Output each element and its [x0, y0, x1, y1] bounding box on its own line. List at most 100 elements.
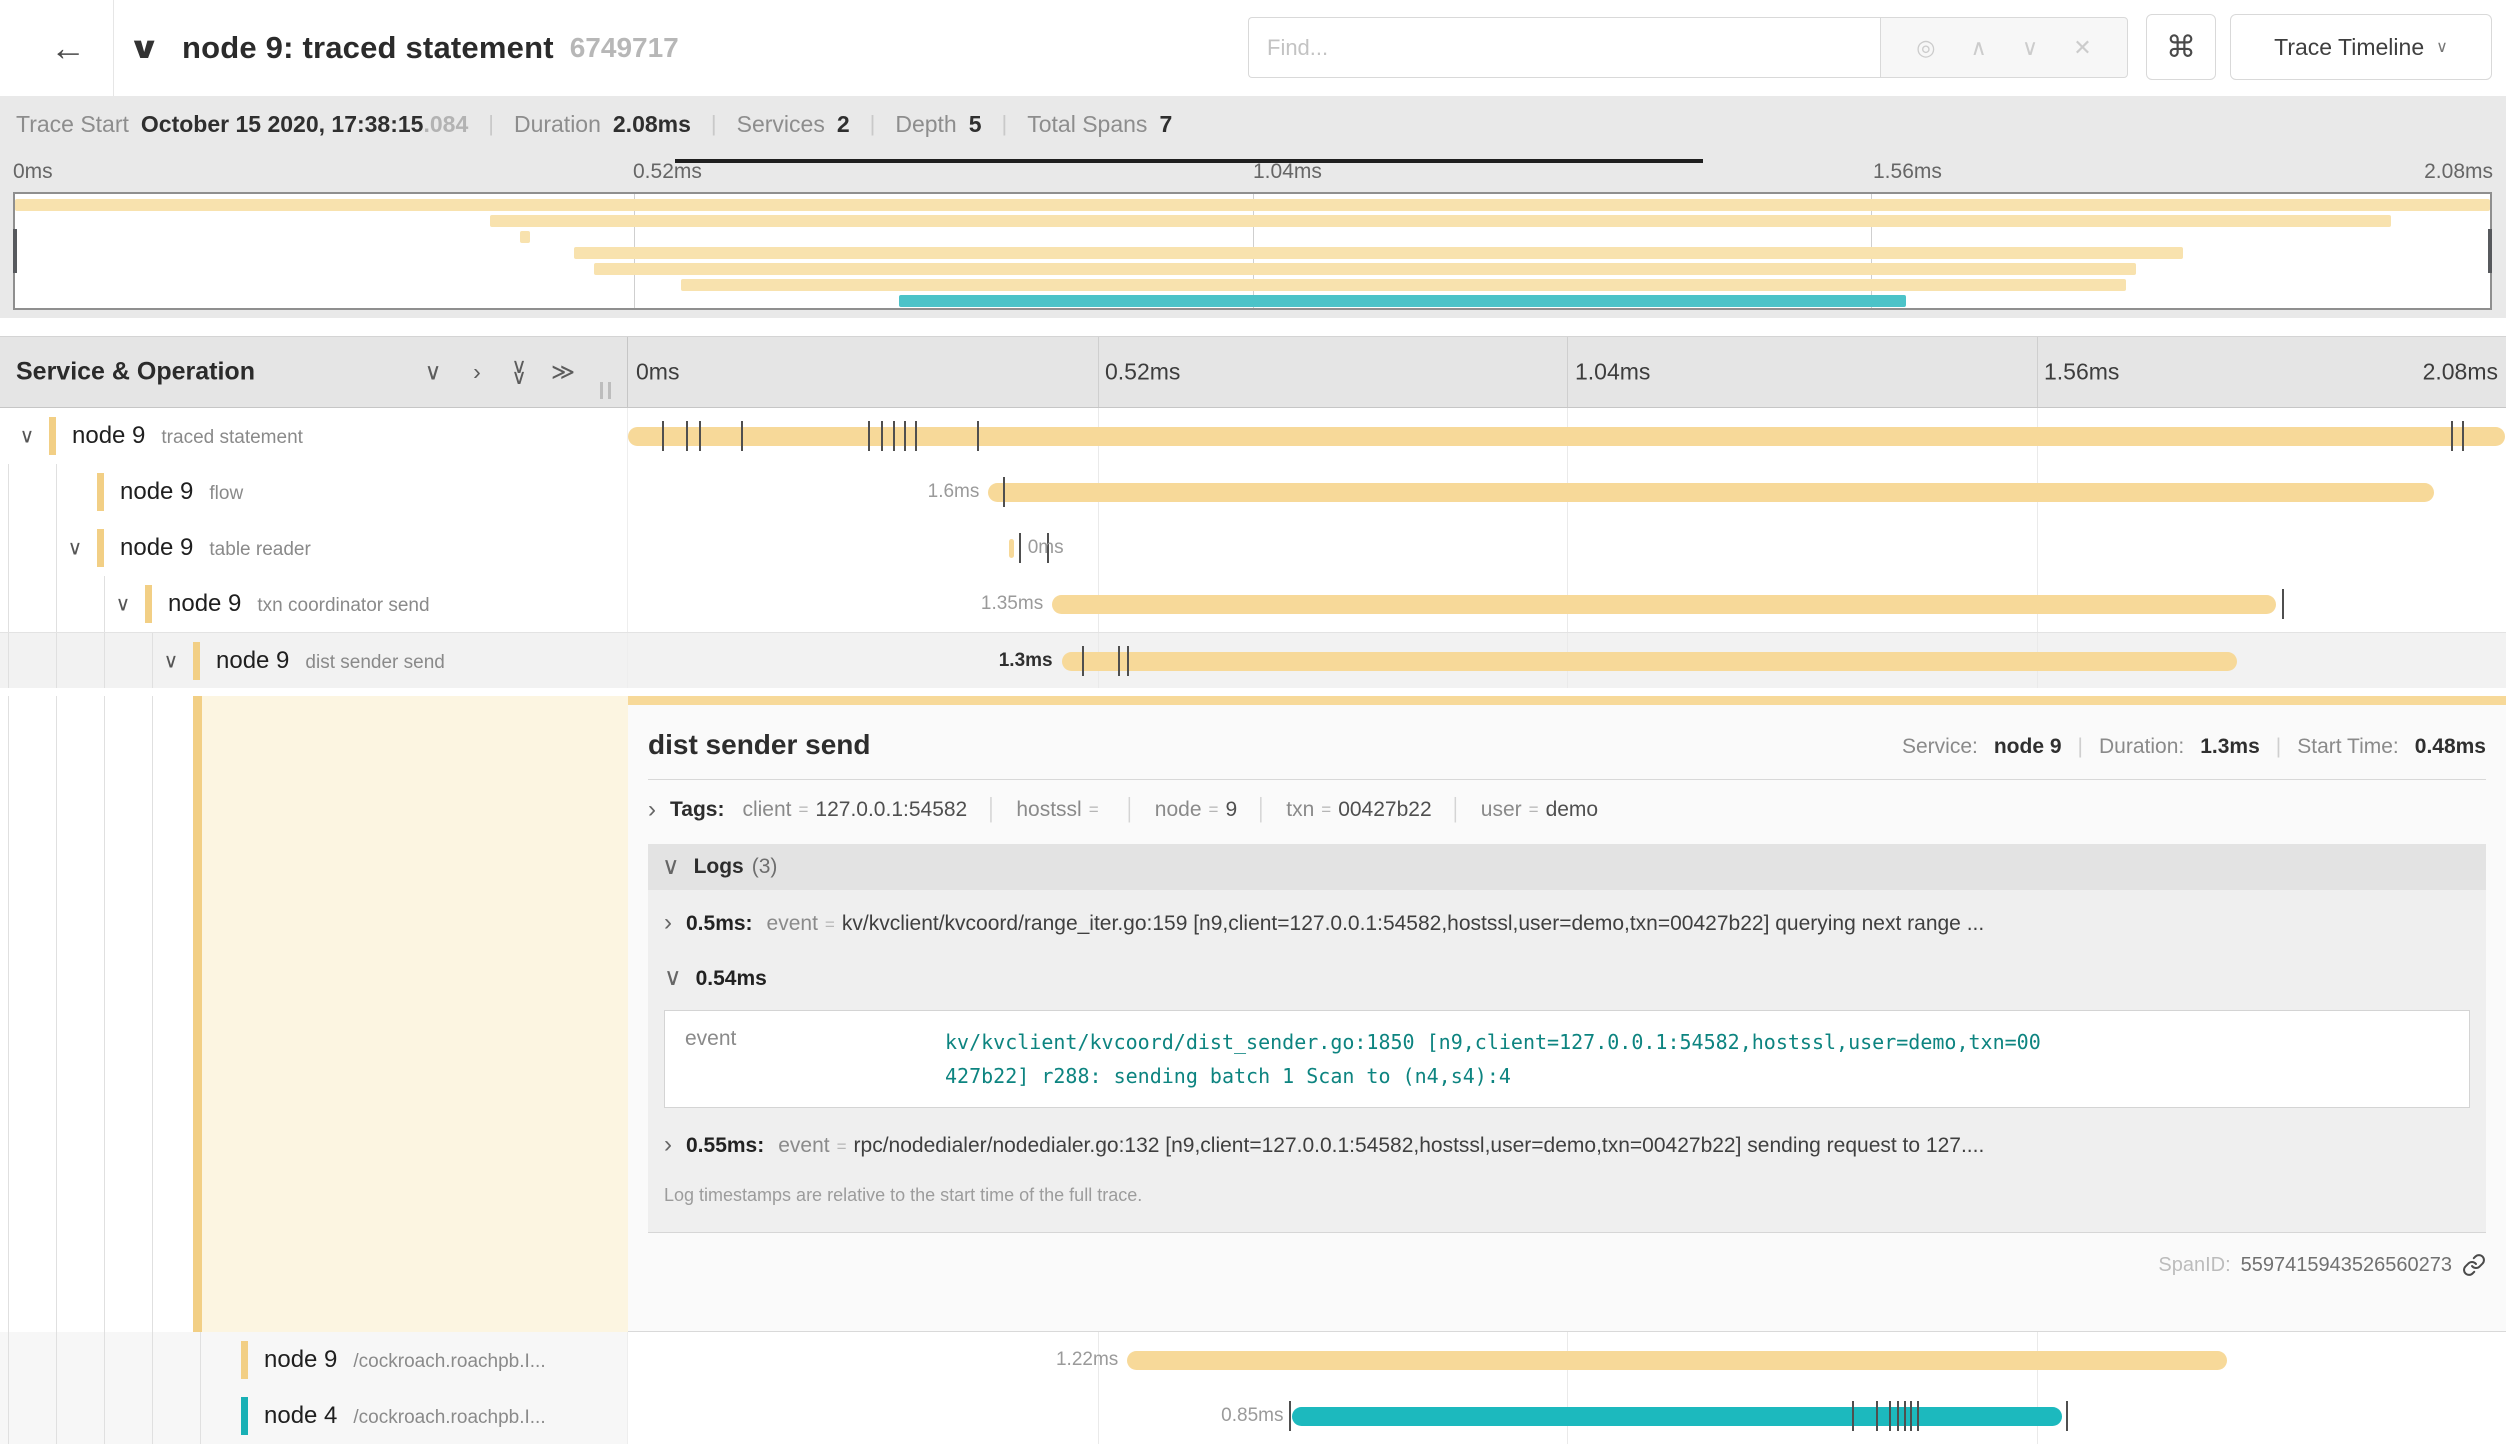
- span-timeline-cell[interactable]: 0.85ms: [628, 1388, 2506, 1444]
- span-name: node 9txn coordinator send: [168, 590, 430, 618]
- match-target-icon[interactable]: ◎: [1916, 37, 1935, 59]
- log-1-value: kv/kvclient/kvcoord/range_iter.go:159 [n…: [842, 912, 1984, 936]
- span-detail-panel: dist sender send Service: node 9 | Durat…: [628, 696, 2506, 1332]
- span-row[interactable]: ∨ node 9txn coordinator send 1.35ms: [0, 576, 2506, 632]
- minimap-tick-0: 0ms: [13, 160, 53, 184]
- tag-equals: =: [798, 800, 808, 820]
- tree-guide-line: [104, 576, 105, 632]
- service-name: node 4: [264, 1402, 337, 1429]
- expand-one-icon[interactable]: ›: [462, 359, 492, 386]
- span-duration-bar[interactable]: [628, 427, 2505, 446]
- span-duration-bar[interactable]: [1009, 539, 1014, 558]
- tag-key: txn: [1286, 798, 1314, 822]
- log-event-tick: [1876, 1401, 1878, 1431]
- log-event-tick: [977, 421, 979, 451]
- logs-collapse-chevron-icon[interactable]: ∨: [662, 855, 680, 879]
- span-timeline-cell[interactable]: 0ms: [628, 520, 2506, 576]
- clear-find-icon[interactable]: ✕: [2073, 37, 2091, 59]
- span-id-value: 5597415943526560273: [2241, 1254, 2452, 1277]
- logs-footer-note: Log timestamps are relative to the start…: [648, 1173, 2486, 1222]
- log-3-time: 0.55ms:: [686, 1134, 764, 1158]
- start-meta-label: Start Time:: [2297, 735, 2399, 759]
- tree-guide-line: [152, 633, 153, 688]
- row-collapse-chevron-icon[interactable]: ∨: [158, 648, 184, 673]
- span-timeline-cell[interactable]: 1.3ms: [628, 633, 2506, 688]
- span-duration-bar[interactable]: [1127, 1351, 2227, 1370]
- back-button[interactable]: ←: [24, 0, 112, 96]
- service-operation-label: Service & Operation: [16, 358, 255, 387]
- span-name-cell: ∨node 9table reader: [0, 520, 628, 576]
- span-name: node 9/cockroach.roachpb.I...: [264, 1346, 546, 1374]
- log-entry-3[interactable]: › 0.55ms: event = rpc/nodedialer/nodedia…: [648, 1118, 2486, 1173]
- axis-tick-0: 0ms: [636, 359, 679, 386]
- command-icon: ⌘: [2166, 30, 2196, 65]
- tree-guide-line: [200, 1388, 201, 1444]
- row-collapse-chevron-icon[interactable]: ∨: [110, 592, 136, 617]
- tree-guide-line: [8, 1332, 9, 1388]
- detail-span-title: dist sender send: [648, 729, 871, 761]
- span-duration-label: 1.35ms: [981, 593, 1043, 615]
- row-collapse-chevron-icon[interactable]: ∨: [62, 536, 88, 561]
- log-expand-chevron-icon[interactable]: ›: [664, 911, 672, 935]
- tags-row[interactable]: › Tags: client=127.0.0.1:54582│hostssl=│…: [648, 798, 2486, 822]
- span-duration-bar[interactable]: [1062, 652, 2237, 671]
- span-id-row: SpanID: 5597415943526560273: [648, 1253, 2486, 1277]
- log-entry-2-header[interactable]: ∨ 0.54ms: [648, 951, 2486, 1006]
- tree-guide-line: [200, 1332, 201, 1388]
- span-timeline-cell[interactable]: 1.6ms: [628, 464, 2506, 520]
- trace-view-select[interactable]: Trace Timeline ∨: [2230, 14, 2492, 80]
- log-event-tick: [741, 421, 743, 451]
- collapse-trace-chevron-icon[interactable]: ∨: [128, 0, 161, 96]
- span-name-cell: ∨node 9traced statement: [0, 408, 628, 464]
- span-row[interactable]: ∨node 9dist sender send1.3ms: [0, 632, 2506, 688]
- column-resize-grip[interactable]: [600, 382, 611, 399]
- minimap-left-scrubber[interactable]: [13, 229, 17, 273]
- span-duration-bar[interactable]: [1292, 1407, 2062, 1426]
- row-collapse-chevron-icon[interactable]: ∨: [14, 424, 40, 449]
- tree-guide-line: [56, 464, 57, 520]
- span-row[interactable]: node 4/cockroach.roachpb.I... 0.85ms: [0, 1388, 2506, 1444]
- tree-guide-line: [8, 520, 9, 576]
- logs-body: › 0.5ms: event = kv/kvclient/kvcoord/ran…: [648, 890, 2486, 1232]
- tree-guide-line: [56, 633, 57, 688]
- log-event-tick: [2451, 421, 2453, 451]
- minimap-tick-4: 2.08ms: [2424, 160, 2493, 184]
- keyboard-shortcuts-button[interactable]: ⌘: [2146, 14, 2216, 80]
- prev-match-icon[interactable]: ∧: [1971, 37, 1987, 59]
- span-duration-bar[interactable]: [1052, 595, 2276, 614]
- tags-expand-chevron-icon[interactable]: ›: [648, 798, 656, 822]
- service-operation-header: Service & Operation ∨ › ∨ ∨ ≫: [0, 337, 628, 407]
- log-collapse-chevron-icon[interactable]: ∨: [664, 966, 682, 990]
- span-id-label: SpanID:: [2158, 1254, 2230, 1277]
- log-event-tick: [1289, 1401, 1291, 1431]
- tag-key: hostssl: [1016, 798, 1081, 822]
- tag-equals: =: [1321, 800, 1331, 820]
- log-expand-chevron-icon[interactable]: ›: [664, 1133, 672, 1157]
- tag-equals: =: [1209, 800, 1219, 820]
- span-row[interactable]: ∨node 9traced statement: [0, 408, 2506, 464]
- expand-all-icon[interactable]: ≫: [548, 359, 578, 386]
- log-entry-1[interactable]: › 0.5ms: event = kv/kvclient/kvcoord/ran…: [648, 896, 2486, 951]
- operation-name: /cockroach.roachpb.I...: [353, 1407, 545, 1428]
- span-duration-bar[interactable]: [988, 483, 2433, 502]
- log-event-tick: [686, 421, 688, 451]
- find-input[interactable]: [1248, 17, 1881, 78]
- trace-view-label: Trace Timeline: [2274, 34, 2424, 61]
- link-icon[interactable]: [2462, 1253, 2486, 1277]
- minimap-tick-1: 0.52ms: [633, 160, 702, 184]
- service-name: node 9: [72, 422, 145, 449]
- collapse-all-icon[interactable]: ∨ ∨: [504, 361, 534, 383]
- trace-minimap: 0ms 0.52ms 1.04ms 1.56ms 2.08ms: [0, 152, 2506, 318]
- collapse-one-icon[interactable]: ∨: [418, 359, 448, 386]
- span-timeline-cell[interactable]: 1.35ms: [628, 576, 2506, 632]
- span-timeline-cell[interactable]: [628, 408, 2506, 464]
- span-row[interactable]: node 9/cockroach.roachpb.I... 1.22ms: [0, 1332, 2506, 1388]
- span-row[interactable]: node 9flow1.6ms: [0, 464, 2506, 520]
- next-match-icon[interactable]: ∨: [2022, 37, 2038, 59]
- minimap-canvas[interactable]: [13, 192, 2492, 310]
- minimap-focus-bar[interactable]: [675, 159, 1703, 163]
- span-timeline-cell[interactable]: 1.22ms: [628, 1332, 2506, 1388]
- span-row[interactable]: ∨node 9table reader0ms: [0, 520, 2506, 576]
- minimap-right-scrubber[interactable]: [2488, 229, 2492, 273]
- logs-header[interactable]: ∨ Logs (3): [648, 844, 2486, 890]
